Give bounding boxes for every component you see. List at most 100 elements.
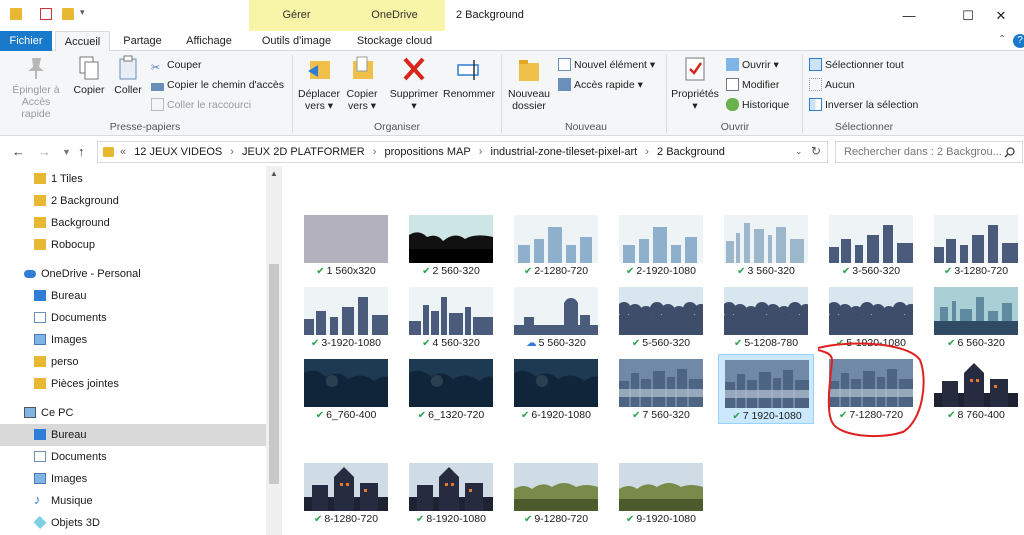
breadcrumb-item-current[interactable]: 2 Background (657, 146, 725, 158)
file-tile[interactable]: ✔ 2 560-320 (403, 210, 499, 280)
file-tile[interactable]: ✔ 6-1920-1080 (508, 354, 604, 424)
easy-access-button[interactable]: Accès rapide ▾ (558, 78, 643, 92)
new-folder-button[interactable]: Nouveau dossier (506, 55, 552, 112)
tab-outils-image[interactable]: Outils d'image (249, 31, 344, 51)
file-tile[interactable]: ✔ 3-1920-1080 (298, 282, 394, 352)
breadcrumb-item[interactable]: industrial-zone-tileset-pixel-art (491, 146, 638, 158)
search-icon[interactable] (1004, 147, 1015, 158)
new-folder-icon[interactable] (62, 8, 74, 20)
nav-item[interactable]: Objets 3D (0, 512, 266, 534)
refresh-icon[interactable]: ↻ (811, 144, 821, 158)
tab-fichier[interactable]: Fichier (0, 31, 52, 51)
back-arrow-icon[interactable]: ← (12, 144, 25, 159)
pin-label-2: Accès rapide (21, 96, 51, 120)
address-dropdown-icon[interactable]: ⌄ (795, 146, 803, 157)
nav-item[interactable]: Background (0, 212, 266, 234)
nav-item[interactable]: Bureau (0, 285, 266, 307)
tab-accueil[interactable]: Accueil (55, 31, 110, 52)
nav-item[interactable]: OneDrive - Personal (0, 263, 266, 285)
file-tile[interactable]: ✔ 9-1280-720 (508, 458, 604, 528)
breadcrumb-separator[interactable]: › (479, 146, 483, 158)
nav-scrollbar-thumb[interactable] (269, 264, 279, 484)
file-tile[interactable]: ☁ 5 560-320 (508, 282, 604, 352)
quick-access-dropdown-icon[interactable]: ▾ (80, 7, 85, 18)
up-arrow-icon[interactable]: ↑ (78, 144, 85, 159)
copy-path-button[interactable]: Copier le chemin d'accès (151, 78, 284, 92)
delete-button[interactable]: Supprimer ▾ (388, 55, 440, 112)
nav-item[interactable]: 2 Background (0, 190, 266, 212)
nav-item[interactable]: Pièces jointes (0, 373, 266, 395)
breadcrumb-separator[interactable]: › (230, 146, 234, 158)
close-button[interactable]: ✕ (978, 0, 1024, 31)
new-item-button[interactable]: Nouvel élément ▾ (558, 58, 655, 72)
nav-item[interactable]: 1 Tiles (0, 168, 266, 190)
nav-item[interactable]: Documents (0, 446, 266, 468)
breadcrumb-separator[interactable]: › (373, 146, 377, 158)
properties-icon[interactable] (40, 8, 52, 20)
file-tile[interactable]: ✔ 6_1320-720 (403, 354, 499, 424)
breadcrumb-item[interactable]: propositions MAP (384, 146, 470, 158)
file-tile[interactable]: ✔ 8-1920-1080 (403, 458, 499, 528)
cut-button[interactable]: ✂ Couper (151, 58, 201, 74)
file-tile[interactable]: ✔ 7 560-320 (613, 354, 709, 424)
file-tile[interactable]: ✔ 9-1920-1080 (613, 458, 709, 528)
sync-check-icon: ✔ (737, 266, 746, 277)
file-name: 6_760-400 (326, 409, 377, 421)
properties-button[interactable]: Propriétés ▾ (670, 55, 720, 112)
paste-button[interactable]: Coller (111, 55, 145, 96)
select-none-button[interactable]: Aucun (809, 78, 855, 92)
file-tile[interactable]: ✔ 3-560-320 (823, 210, 919, 280)
file-tile[interactable]: ✔ 8-1280-720 (298, 458, 394, 528)
nav-item[interactable]: perso (0, 351, 266, 373)
select-all-button[interactable]: Sélectionner tout (809, 58, 904, 72)
copy-button[interactable]: Copier (70, 55, 108, 96)
nav-item[interactable]: Images (0, 329, 266, 351)
file-tile[interactable]: ✔ 6 560-320 (928, 282, 1024, 352)
move-to-button[interactable]: Déplacer vers ▾ (297, 55, 341, 112)
collapse-ribbon-icon[interactable]: ⌃ (998, 34, 1006, 45)
copy-to-button[interactable]: Copier vers ▾ (343, 55, 381, 112)
nav-item[interactable]: ♪ Musique (0, 490, 266, 512)
tab-partage[interactable]: Partage (115, 31, 170, 51)
history-button[interactable]: Historique (726, 98, 789, 112)
nav-item[interactable]: Bureau (0, 424, 266, 446)
breadcrumb-item[interactable]: 12 JEUX VIDEOS (134, 146, 222, 158)
nav-item[interactable]: Documents (0, 307, 266, 329)
file-tile[interactable]: ✔ 2-1920-1080 (613, 210, 709, 280)
recent-locations-icon[interactable]: ▼ (62, 147, 71, 157)
minimize-button[interactable]: — (886, 0, 932, 31)
file-tile[interactable]: ✔ 5-1208-780 (718, 282, 814, 352)
breadcrumb-overflow[interactable]: « (120, 146, 126, 158)
rename-icon (457, 60, 479, 80)
rename-button[interactable]: Renommer (442, 55, 496, 100)
file-tile[interactable]: ✔ 2-1280-720 (508, 210, 604, 280)
breadcrumb-item[interactable]: JEUX 2D PLATFORMER (242, 146, 365, 158)
invert-selection-button[interactable]: Inverser la sélection (809, 98, 918, 112)
nav-item[interactable]: Ce PC (0, 402, 266, 424)
open-button[interactable]: Ouvrir ▾ (726, 58, 779, 72)
file-tile[interactable]: ✔ 4 560-320 (403, 282, 499, 352)
paste-shortcut-button[interactable]: Coller le raccourci (151, 98, 251, 112)
nav-item[interactable]: Images (0, 468, 266, 490)
tab-stockage-cloud[interactable]: Stockage cloud (344, 31, 445, 51)
search-input[interactable]: Rechercher dans : 2 Backgrou... (835, 141, 1023, 163)
nav-scrollbar[interactable]: ▲ (266, 166, 282, 535)
file-tile[interactable]: ✔ 7 1920-1080 (718, 354, 814, 424)
nav-item[interactable]: Robocup (0, 234, 266, 256)
file-tile[interactable]: ✔ 3 560-320 (718, 210, 814, 280)
tab-affichage[interactable]: Affichage (176, 31, 242, 51)
pin-quick-access-button[interactable]: Épingler à Accès rapide (6, 55, 66, 120)
scroll-up-icon[interactable]: ▲ (270, 169, 278, 178)
breadcrumb-separator[interactable]: › (645, 146, 649, 158)
file-tile[interactable]: ✔ 1 560x320 (298, 210, 394, 280)
file-tile[interactable]: ✔ 6_760-400 (298, 354, 394, 424)
file-tile[interactable]: ✔ 3-1280-720 (928, 210, 1024, 280)
forward-arrow-icon[interactable]: → (38, 144, 51, 159)
help-icon[interactable]: ? (1013, 34, 1024, 48)
file-tile[interactable]: ✔ 7-1280-720 (823, 354, 919, 424)
edit-button[interactable]: Modifier (726, 78, 779, 92)
file-tile[interactable]: ✔ 5-560-320 (613, 282, 709, 352)
file-tile[interactable]: ✔ 5-1920-1080 (823, 282, 919, 352)
address-bar[interactable]: « 12 JEUX VIDEOS › JEUX 2D PLATFORMER › … (97, 141, 828, 163)
file-tile[interactable]: ✔ 8 760-400 (928, 354, 1024, 424)
